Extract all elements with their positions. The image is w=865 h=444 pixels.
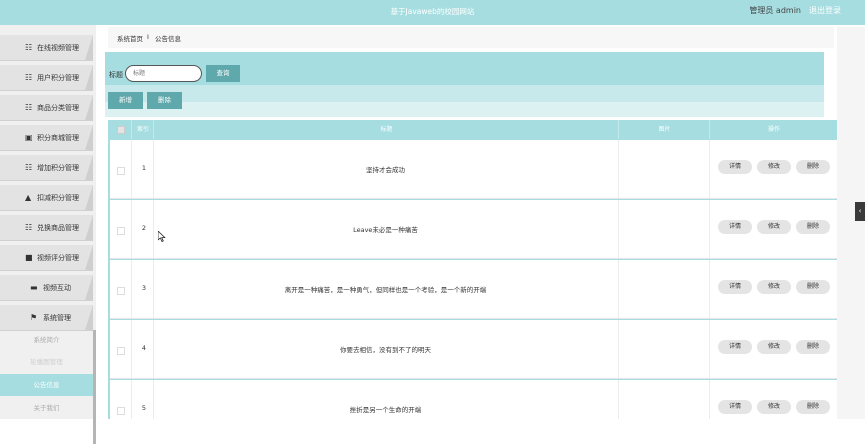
row-index: 5 — [141, 404, 147, 412]
delete-button[interactable]: 删除 — [796, 340, 830, 354]
sidebar-item-label: 用户积分管理 — [37, 74, 79, 82]
edit-button[interactable]: 修改 — [757, 220, 791, 234]
ticket-icon: ▬ — [30, 283, 38, 292]
delete-button[interactable]: 删除 — [796, 400, 830, 414]
row-index: 4 — [141, 344, 147, 352]
right-gutter — [837, 27, 865, 419]
row-index: 3 — [141, 284, 147, 292]
sidebar-scrollbar[interactable] — [93, 330, 96, 444]
sidebar-item-label: 商品分类管理 — [37, 104, 79, 112]
edit-button[interactable]: 修改 — [757, 160, 791, 174]
row-checkbox[interactable] — [117, 407, 125, 415]
row-checkbox[interactable] — [117, 227, 125, 235]
mouse-cursor-icon — [158, 231, 166, 242]
table-row: 1 坚持才会成功 详情 修改 删除 — [110, 140, 837, 199]
sidebar-item-label: 增加积分管理 — [37, 164, 79, 172]
grid-icon: ☷ — [25, 73, 33, 82]
delete-button[interactable]: 删除 — [796, 220, 830, 234]
current-user: 管理员 admin — [749, 6, 801, 15]
top-bar: 基于Javaweb的校园网站 管理员 admin 退出登录 — [0, 0, 865, 25]
sub-item-about[interactable]: 关于我们 — [0, 397, 93, 419]
row-checkbox[interactable] — [117, 287, 125, 295]
column-header-actions: 操作 — [709, 120, 838, 139]
breadcrumb: 系统首页 I 公告信息 — [108, 27, 834, 48]
row-title: 离开是一种痛苦，是一种勇气，但同样也是一个考验，是一个新的开端 — [284, 286, 487, 294]
sidebar-item-label: 兑换商品管理 — [37, 224, 79, 232]
detail-button[interactable]: 详情 — [718, 220, 752, 234]
briefcase-icon: ▣ — [25, 133, 33, 142]
printer-icon: ■ — [25, 253, 33, 262]
grid-icon: ☷ — [25, 163, 33, 172]
select-all-cell — [110, 120, 131, 139]
delete-button[interactable]: 删除 — [796, 160, 830, 174]
add-button[interactable]: 新增 — [108, 92, 143, 109]
column-header-image: 图片 — [618, 120, 710, 139]
grid-icon: ☷ — [25, 223, 33, 232]
flag-icon: ⚑ — [30, 313, 38, 322]
table-row: 5 挫折是另一个生命的开端 详情 修改 删除 — [110, 380, 837, 419]
sidebar-item-user-points[interactable]: ☷ 用户积分管理 — [0, 65, 93, 91]
chevron-left-icon: ‹ — [858, 207, 862, 215]
row-index: 1 — [141, 164, 147, 172]
select-all-checkbox[interactable] — [117, 126, 125, 134]
table-row: 2 Leave未必是一种痛苦 详情 修改 删除 — [110, 200, 837, 259]
table-row: 4 你要去相信，没有到不了的明天 详情 修改 删除 — [110, 320, 837, 379]
row-checkbox[interactable] — [117, 167, 125, 175]
sub-item-intro[interactable]: 系统简介 — [0, 329, 93, 351]
row-index: 2 — [141, 224, 147, 232]
row-title: 挫折是另一个生命的开端 — [349, 406, 422, 414]
table-header: 索引 标题 图片 操作 — [110, 120, 837, 139]
batch-delete-button[interactable]: 删除 — [147, 92, 182, 109]
site-title: 基于Javaweb的校园网站 — [390, 7, 475, 16]
edit-button[interactable]: 修改 — [757, 340, 791, 354]
sidebar-item-label: 系统管理 — [43, 314, 71, 322]
sidebar-item-label: 视频互动 — [43, 284, 71, 292]
row-title: 坚持才会成功 — [366, 166, 405, 174]
row-title: Leave未必是一种痛苦 — [353, 226, 418, 234]
delete-button[interactable]: 删除 — [796, 280, 830, 294]
sidebar: ☷ 在线视频管理 ☷ 用户积分管理 ☷ 商品分类管理 ▣ 积分商城管理 ☷ 增加… — [0, 25, 96, 444]
row-title: 你要去相信，没有到不了的明天 — [340, 346, 431, 354]
sub-item-notice[interactable]: 公告信息 — [0, 374, 93, 396]
grid-icon: ☷ — [25, 103, 33, 112]
table-row: 3 离开是一种痛苦，是一种勇气，但同样也是一个考验，是一个新的开端 详情 修改 … — [110, 260, 837, 319]
grid-icon: ☷ — [25, 43, 33, 52]
breadcrumb-home[interactable]: 系统首页 — [117, 33, 143, 43]
sidebar-item-label: 在线视频管理 — [37, 44, 79, 52]
sidebar-item-video[interactable]: ☷ 在线视频管理 — [0, 35, 93, 61]
edit-button[interactable]: 修改 — [757, 280, 791, 294]
detail-button[interactable]: 详情 — [718, 340, 752, 354]
sidebar-item-video-rating[interactable]: ■ 视频评分管理 — [0, 245, 93, 271]
sidebar-item-label: 积分商城管理 — [37, 134, 79, 142]
detail-button[interactable]: 详情 — [718, 400, 752, 414]
collapse-toggle-button[interactable]: ‹ — [855, 202, 865, 221]
sidebar-item-deduct-points[interactable]: ▲ 扣减积分管理 — [0, 185, 93, 211]
sidebar-item-video-interaction[interactable]: ▬ 视频互动 — [0, 275, 93, 301]
sidebar-item-exchange[interactable]: ☷ 兑换商品管理 — [0, 215, 93, 241]
edit-button[interactable]: 修改 — [757, 400, 791, 414]
search-button[interactable]: 查询 — [206, 65, 240, 82]
sidebar-item-points-mall[interactable]: ▣ 积分商城管理 — [0, 125, 93, 151]
sidebar-item-add-points[interactable]: ☷ 增加积分管理 — [0, 155, 93, 181]
user-icon: ▲ — [25, 193, 32, 202]
sub-item-carousel[interactable]: 轮播图管理 — [0, 351, 93, 373]
logout-link[interactable]: 退出登录 — [809, 5, 841, 16]
sidebar-item-product-category[interactable]: ☷ 商品分类管理 — [0, 95, 93, 121]
column-header-title: 标题 — [153, 120, 619, 139]
toolbar-band-lower — [105, 102, 824, 117]
search-input[interactable] — [125, 65, 202, 82]
column-header-index: 索引 — [131, 120, 154, 139]
breadcrumb-separator: I — [147, 33, 149, 41]
breadcrumb-current: 公告信息 — [155, 35, 181, 43]
sidebar-item-label: 扣减积分管理 — [37, 194, 79, 202]
detail-button[interactable]: 详情 — [718, 280, 752, 294]
toolbar-band — [105, 85, 824, 102]
detail-button[interactable]: 详情 — [718, 160, 752, 174]
row-checkbox[interactable] — [117, 347, 125, 355]
search-label: 标题 — [109, 71, 123, 79]
sidebar-item-label: 视频评分管理 — [37, 254, 79, 262]
sidebar-item-system[interactable]: ⚑ 系统管理 — [0, 305, 93, 331]
